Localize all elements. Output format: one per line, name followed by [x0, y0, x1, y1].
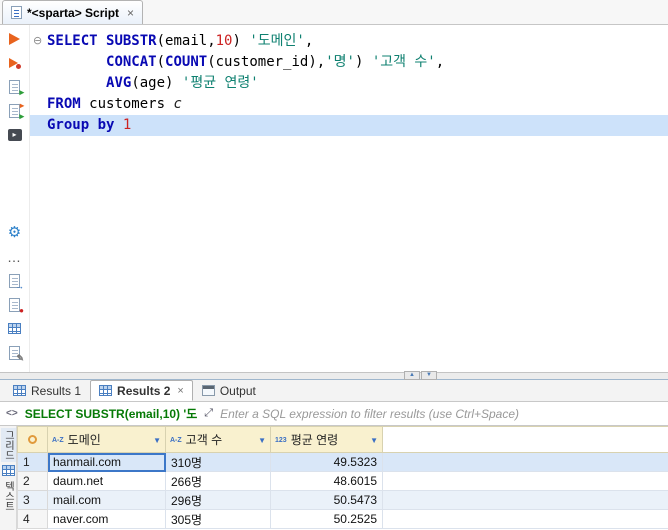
collapse-up-icon[interactable]: ▲	[404, 371, 420, 380]
column-type-icon: 123	[275, 437, 287, 445]
sort-dropdown-icon[interactable]: ▼	[153, 436, 161, 445]
tab-grid-presentation[interactable]: 그리드	[0, 428, 16, 462]
column-label: 도메인	[67, 433, 101, 447]
grid-header-row: A-Z 도메인 ▼ A-Z 고객 수 ▼ 123 평균 연령 ▼	[17, 426, 668, 453]
grid-cell[interactable]: 50.2525	[270, 509, 383, 529]
code-line[interactable]: Group by 1	[30, 115, 668, 136]
grid-row: 4 naver.com 305명 50.2525	[17, 509, 668, 529]
grid-cell[interactable]: 49.5323	[270, 452, 383, 472]
code-line[interactable]: FROM customers c	[30, 94, 668, 115]
tab-text-presentation[interactable]: 텍스트	[1, 479, 16, 513]
results-tabbar: Results 1 Results 2 × Output	[0, 380, 668, 402]
tab-results-2[interactable]: Results 2 ×	[90, 380, 193, 401]
grid-cell[interactable]: daum.net	[47, 471, 166, 491]
header-filler	[382, 426, 668, 453]
filter-input[interactable]: Enter a SQL expression to filter results…	[220, 407, 519, 421]
editor-tab-label: *<sparta> Script	[27, 5, 120, 20]
column-label: 평균 연령	[290, 433, 339, 447]
code-line[interactable]: ⊖ SELECT SUBSTR(email,10) '도메인',	[30, 31, 668, 52]
editor-body: ▸ ▸▸ ▸ ⚙ … → ● ✎ ≡ ⊖SELECT SUBSTR(email,…	[0, 25, 668, 372]
key-icon	[28, 435, 37, 444]
grid-cell[interactable]: 296명	[165, 490, 271, 510]
results-grid-area: 그리드 텍스트 A-Z 도메인 ▼ A-Z 고객 수 ▼ 123 평균 연령 ▼ 1 hanmail…	[0, 426, 668, 530]
sql-file-icon	[11, 6, 22, 19]
row-filler	[382, 471, 668, 491]
grid-cell[interactable]: naver.com	[47, 509, 166, 529]
splitter[interactable]: ▲ ▼	[0, 371, 668, 380]
tab-label: Results 2	[117, 383, 171, 398]
grid-row: 3 mail.com 296명 50.5473	[17, 490, 668, 510]
execute-new-tab-icon[interactable]	[6, 55, 24, 70]
column-header[interactable]: A-Z 도메인 ▼	[47, 426, 166, 453]
edit-document-icon[interactable]: ✎	[6, 345, 24, 362]
grid-cell[interactable]: 48.6015	[270, 471, 383, 491]
editor-toolbar: ▸ ▸▸ ▸ ⚙ … → ● ✎ ≡	[0, 25, 30, 372]
grid-cell[interactable]: 310명	[165, 452, 271, 472]
column-type-icon: A-Z	[52, 437, 64, 445]
column-type-icon: A-Z	[170, 437, 182, 445]
editor-tab-script[interactable]: *<sparta> Script ×	[2, 0, 144, 24]
stop-document-icon[interactable]: ●	[6, 297, 24, 315]
more-icon[interactable]: …	[6, 249, 24, 264]
expand-filter-icon[interactable]: ⤢	[204, 407, 213, 420]
close-icon[interactable]: ×	[177, 385, 183, 397]
export-result-icon[interactable]: →	[6, 273, 24, 290]
column-header[interactable]: 123 평균 연령 ▼	[270, 426, 383, 453]
grid-cell[interactable]: 305명	[165, 509, 271, 529]
grid-row: 1 hanmail.com 310명 49.5323	[17, 452, 668, 472]
presentation-switcher: 그리드 텍스트	[0, 426, 17, 530]
code-line[interactable]: CONCAT(COUNT(customer_id),'명') '고객 수',	[30, 52, 668, 73]
column-label: 고객 수	[185, 433, 223, 447]
sql-editor[interactable]: ⊖ SELECT SUBSTR(email,10) '도메인', CONCAT(C…	[30, 25, 668, 372]
row-filler	[382, 509, 668, 529]
code-line[interactable]: AVG(age) '평균 연령'	[30, 73, 668, 94]
execute-script-icon[interactable]: ▸	[6, 79, 24, 96]
filter-bar: <> SELECT SUBSTR(email,10) '도 ⤢ Enter a …	[0, 402, 668, 426]
grid-presentation-icon[interactable]	[1, 465, 15, 476]
execute-statement-icon[interactable]	[6, 31, 24, 46]
sql-console-icon[interactable]: ▸	[6, 127, 24, 142]
grid-cell[interactable]: hanmail.com	[47, 452, 166, 472]
filter-sql-icon[interactable]: <>	[6, 408, 18, 419]
sort-dropdown-icon[interactable]: ▼	[258, 436, 266, 445]
open-grid-icon[interactable]	[6, 321, 24, 336]
grid-icon	[99, 385, 113, 396]
tab-label: Output	[219, 383, 256, 398]
settings-gear-icon[interactable]: ⚙	[6, 225, 24, 240]
results-grid[interactable]: A-Z 도메인 ▼ A-Z 고객 수 ▼ 123 평균 연령 ▼ 1 hanmail.com 310명…	[17, 426, 668, 529]
sort-dropdown-icon[interactable]: ▼	[370, 436, 378, 445]
filter-query-text[interactable]: SELECT SUBSTR(email,10) '도	[25, 405, 198, 422]
row-number[interactable]: 1	[17, 452, 48, 472]
row-filler	[382, 452, 668, 472]
dbeaver-window: *<sparta> Script × ▸ ▸▸ ▸ ⚙ … → ● ✎ ≡ ⊖S…	[0, 0, 668, 530]
grid-cell[interactable]: mail.com	[47, 490, 166, 510]
row-number[interactable]: 3	[17, 490, 48, 510]
fold-marker-icon[interactable]: ⊖	[33, 34, 42, 48]
row-number[interactable]: 2	[17, 471, 48, 491]
row-filler	[382, 490, 668, 510]
console-icon	[201, 385, 215, 396]
collapse-down-icon[interactable]: ▼	[421, 371, 437, 380]
editor-tabbar: *<sparta> Script ×	[0, 0, 668, 25]
execute-script-new-tab-icon[interactable]: ▸ ▸	[6, 101, 24, 120]
code-lines: ⊖ SELECT SUBSTR(email,10) '도메인', CONCAT(C…	[30, 31, 668, 136]
tab-label: Results 1	[31, 383, 82, 398]
grid-cell[interactable]: 50.5473	[270, 490, 383, 510]
tab-results-1[interactable]: Results 1	[4, 380, 90, 401]
close-icon[interactable]: ×	[127, 7, 134, 19]
row-number[interactable]: 4	[17, 509, 48, 529]
grid-row: 2 daum.net 266명 48.6015	[17, 471, 668, 491]
column-header[interactable]: A-Z 고객 수 ▼	[165, 426, 271, 453]
tab-output[interactable]: Output	[193, 380, 265, 401]
grid-cell[interactable]: 266명	[165, 471, 271, 491]
grid-icon	[13, 385, 26, 396]
grid-corner[interactable]	[17, 426, 48, 453]
